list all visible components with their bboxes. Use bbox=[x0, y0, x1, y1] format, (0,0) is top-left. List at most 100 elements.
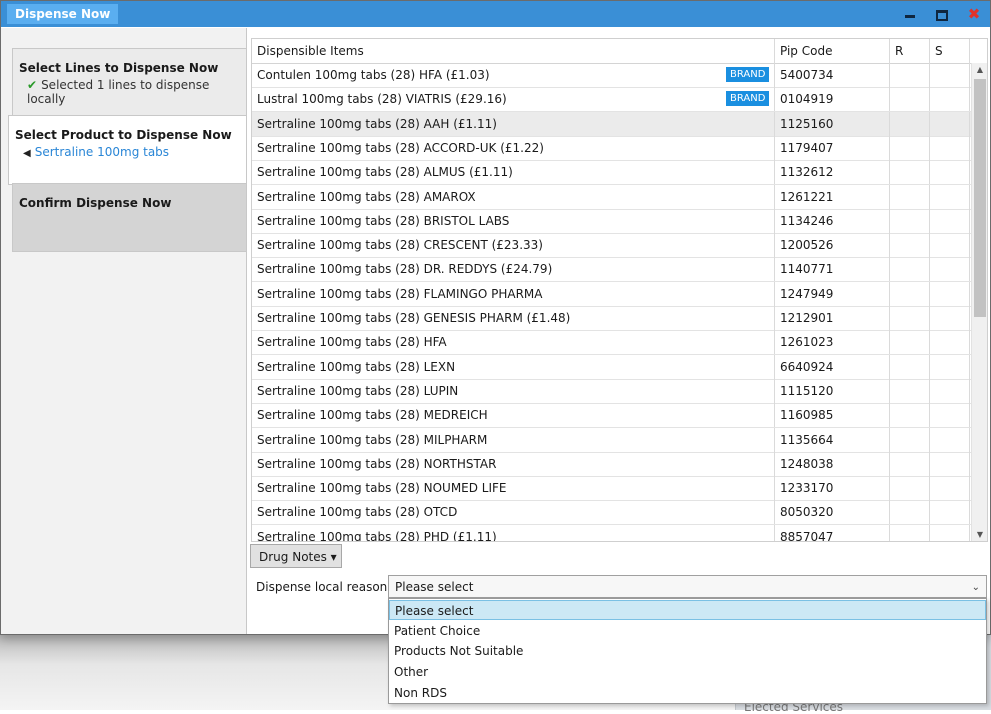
cell-pip-code: 1160985 bbox=[775, 403, 890, 428]
dispense-reason-select[interactable]: Please select ⌄ bbox=[388, 575, 987, 598]
table-row[interactable]: Sertraline 100mg tabs (28) FLAMINGO PHAR… bbox=[252, 281, 971, 307]
cell-item-name: Sertraline 100mg tabs (28) NOUMED LIFE bbox=[252, 476, 775, 501]
cell-item-name: Sertraline 100mg tabs (28) AMAROX bbox=[252, 184, 775, 209]
cell-item-name: Sertraline 100mg tabs (28) HFA bbox=[252, 330, 775, 355]
cell-s bbox=[930, 354, 970, 379]
cell-pip-code: 1115120 bbox=[775, 378, 890, 403]
table-row[interactable]: Sertraline 100mg tabs (28) HFA 1261023 bbox=[252, 330, 971, 356]
cell-s bbox=[930, 403, 970, 428]
window-title: Dispense Now bbox=[7, 4, 119, 24]
column-header-name[interactable]: Dispensible Items bbox=[252, 39, 775, 63]
dispense-reason-dropdown: Please select Patient Choice Products Not … bbox=[388, 598, 987, 704]
scroll-down-icon[interactable]: ▼ bbox=[972, 530, 987, 539]
dropdown-option[interactable]: Patient Choice bbox=[389, 621, 986, 641]
table-row[interactable]: Lustral 100mg tabs (28) VIATRIS (£29.16)… bbox=[252, 87, 971, 113]
cell-pip-code: 1247949 bbox=[775, 281, 890, 306]
cell-pip-code: 1200526 bbox=[775, 233, 890, 258]
cell-s bbox=[930, 451, 970, 476]
cell-s bbox=[930, 63, 970, 87]
table-row[interactable]: Sertraline 100mg tabs (28) OTCD 8050320 bbox=[252, 500, 971, 526]
cell-item-name: Lustral 100mg tabs (28) VIATRIS (£29.16) bbox=[252, 87, 775, 112]
scroll-up-icon[interactable]: ▲ bbox=[972, 65, 987, 74]
cell-s bbox=[930, 87, 970, 112]
cell-pip-code: 1132612 bbox=[775, 160, 890, 185]
cell-item-name: Sertraline 100mg tabs (28) AAH (£1.11) bbox=[252, 111, 775, 136]
table-row[interactable]: Sertraline 100mg tabs (28) DR. REDDYS (£… bbox=[252, 257, 971, 283]
table-row[interactable]: Contulen 100mg tabs (28) HFA (£1.03) BRAN… bbox=[252, 63, 971, 88]
cell-r bbox=[890, 500, 930, 525]
step-title: Select Product to Dispense Now bbox=[15, 128, 232, 142]
cell-pip-code: 1233170 bbox=[775, 476, 890, 501]
close-icon[interactable]: ✖ bbox=[963, 5, 985, 23]
cell-item-name: Sertraline 100mg tabs (28) ALMUS (£1.11) bbox=[252, 160, 775, 185]
drug-notes-button[interactable]: Drug Notes ▾ bbox=[250, 544, 342, 568]
cell-r bbox=[890, 208, 930, 233]
column-header-r[interactable]: R bbox=[890, 39, 930, 63]
cell-pip-code: 5400734 bbox=[775, 63, 890, 87]
cell-s bbox=[930, 306, 970, 330]
table-row[interactable]: Sertraline 100mg tabs (28) AAH (£1.11) 11… bbox=[252, 111, 971, 137]
table-row[interactable]: Sertraline 100mg tabs (28) MEDREICH 11609… bbox=[252, 403, 971, 429]
cell-s bbox=[930, 135, 970, 160]
table-row[interactable]: Sertraline 100mg tabs (28) BRISTOL LABS 1… bbox=[252, 208, 971, 234]
cell-pip-code: 1125160 bbox=[775, 111, 890, 136]
cell-item-name: Sertraline 100mg tabs (28) MEDREICH bbox=[252, 403, 775, 428]
column-header-s[interactable]: S bbox=[930, 39, 970, 63]
dropdown-option[interactable]: Products Not Suitable bbox=[389, 641, 986, 661]
cell-r bbox=[890, 476, 930, 501]
cell-s bbox=[930, 476, 970, 501]
table-row[interactable]: Sertraline 100mg tabs (28) ALMUS (£1.11)… bbox=[252, 160, 971, 186]
cell-item-name: Contulen 100mg tabs (28) HFA (£1.03) bbox=[252, 63, 775, 87]
cell-s bbox=[930, 233, 970, 258]
selected-product-link[interactable]: Sertraline 100mg tabs bbox=[35, 145, 169, 159]
cell-r bbox=[890, 111, 930, 136]
cell-pip-code: 0104919 bbox=[775, 87, 890, 112]
dropdown-option[interactable]: Please select bbox=[389, 600, 986, 620]
cell-item-name: Sertraline 100mg tabs (28) LUPIN bbox=[252, 378, 775, 403]
cell-pip-code: 8857047 bbox=[775, 524, 890, 541]
minimize-icon[interactable] bbox=[899, 5, 921, 23]
step-confirm-dispense[interactable]: Confirm Dispense Now bbox=[12, 183, 246, 252]
dispense-now-dialog: Dispense Now ✖ Select Lines to Dispense … bbox=[0, 0, 991, 635]
step-summary-text: Selected 1 lines to dispense locally bbox=[27, 78, 210, 106]
check-icon: ✔ bbox=[27, 78, 38, 92]
cell-item-name: Sertraline 100mg tabs (28) ACCORD-UK (£1… bbox=[252, 135, 775, 160]
cell-s bbox=[930, 378, 970, 403]
table-row[interactable]: Sertraline 100mg tabs (28) PHD (£1.11) 88… bbox=[252, 524, 971, 541]
table-row[interactable]: Sertraline 100mg tabs (28) LUPIN 1115120 bbox=[252, 378, 971, 404]
vertical-scrollbar[interactable]: ▲ ▼ bbox=[971, 63, 987, 541]
table-row[interactable]: Sertraline 100mg tabs (28) GENESIS PHARM… bbox=[252, 306, 971, 331]
cell-item-name: Sertraline 100mg tabs (28) FLAMINGO PHAR… bbox=[252, 281, 775, 306]
cell-r bbox=[890, 378, 930, 403]
table-row[interactable]: Sertraline 100mg tabs (28) AMAROX 1261221 bbox=[252, 184, 971, 210]
cell-pip-code: 1135664 bbox=[775, 427, 890, 452]
cell-s bbox=[930, 208, 970, 233]
table-row[interactable]: Sertraline 100mg tabs (28) MILPHARM 11356… bbox=[252, 427, 971, 453]
cell-r bbox=[890, 160, 930, 185]
cell-pip-code: 1261023 bbox=[775, 330, 890, 355]
dropdown-option[interactable]: Other bbox=[389, 662, 986, 682]
table-row[interactable]: Sertraline 100mg tabs (28) CRESCENT (£23… bbox=[252, 233, 971, 259]
table-row[interactable]: Sertraline 100mg tabs (28) LEXN 6640924 bbox=[252, 354, 971, 380]
cell-r bbox=[890, 451, 930, 476]
table-row[interactable]: Sertraline 100mg tabs (28) NORTHSTAR 1248… bbox=[252, 451, 971, 477]
dropdown-option[interactable]: Non RDS bbox=[389, 683, 986, 703]
table-row[interactable]: Sertraline 100mg tabs (28) ACCORD-UK (£1… bbox=[252, 135, 971, 161]
cell-r bbox=[890, 257, 930, 282]
step-title: Confirm Dispense Now bbox=[19, 196, 172, 210]
maximize-icon[interactable] bbox=[931, 5, 953, 23]
column-header-pip[interactable]: Pip Code bbox=[775, 39, 890, 63]
cell-pip-code: 1212901 bbox=[775, 306, 890, 330]
cell-pip-code: 1134246 bbox=[775, 208, 890, 233]
cell-pip-code: 1248038 bbox=[775, 451, 890, 476]
step-select-lines[interactable]: Select Lines to Dispense Now ✔ Selected 1… bbox=[12, 48, 246, 116]
cell-item-name: Sertraline 100mg tabs (28) LEXN bbox=[252, 354, 775, 379]
cell-r bbox=[890, 330, 930, 355]
cell-r bbox=[890, 233, 930, 258]
scrollbar-thumb[interactable] bbox=[974, 79, 986, 317]
step-select-product[interactable]: Select Product to Dispense Now ◀ Sertrali… bbox=[8, 115, 246, 185]
table-row[interactable]: Sertraline 100mg tabs (28) NOUMED LIFE 12… bbox=[252, 476, 971, 502]
cell-s bbox=[930, 330, 970, 355]
cell-pip-code: 1179407 bbox=[775, 135, 890, 160]
cell-r bbox=[890, 184, 930, 209]
